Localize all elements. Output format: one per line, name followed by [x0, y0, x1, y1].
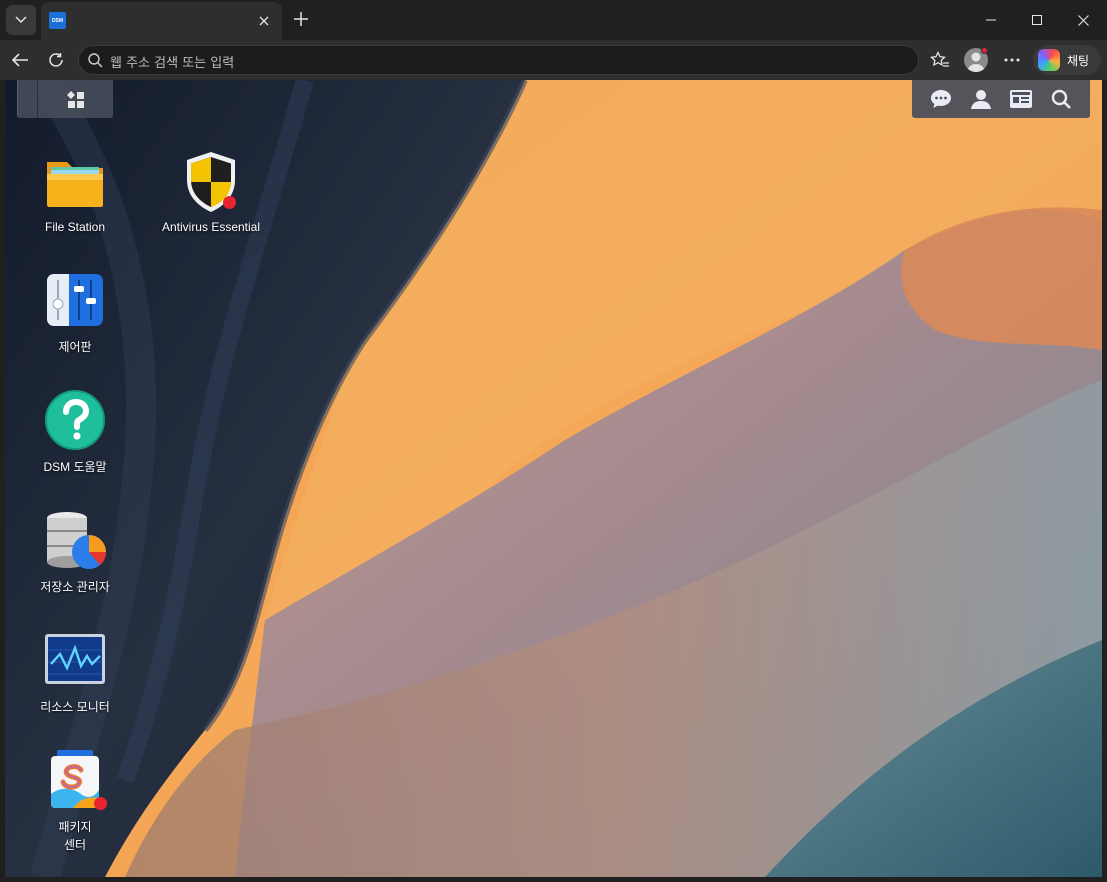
folder-icon [43, 150, 107, 214]
database-pie-icon [43, 510, 107, 574]
chat-button-label: 채팅 [1067, 54, 1090, 68]
close-icon [259, 16, 269, 26]
search-icon [87, 52, 103, 72]
plus-icon [294, 12, 308, 26]
dsm-main-menu-button[interactable] [17, 80, 113, 118]
app-label: DSM 도움말 [43, 460, 107, 474]
shopping-bag-icon [43, 750, 107, 814]
desktop-icon-control-panel[interactable]: 제어판 [10, 270, 140, 356]
address-placeholder: 웹 주소 검색 또는 입력 [110, 56, 235, 71]
app-label: 패키지 [58, 820, 92, 834]
minimize-icon [986, 19, 996, 21]
window-border-left [0, 80, 5, 877]
chat-bubble-icon [931, 90, 951, 108]
dsm-favicon-icon: DSM [49, 12, 66, 29]
widget-card-icon [1010, 90, 1032, 108]
notifications-button[interactable] [929, 87, 953, 111]
desktop-icon-storage-manager[interactable]: 저장소 관리자 [10, 510, 140, 596]
refresh-button[interactable] [41, 45, 71, 75]
chevron-down-icon [15, 16, 27, 24]
notification-badge [94, 797, 107, 810]
maximize-button[interactable] [1014, 0, 1060, 40]
desktop-icon-package-center[interactable]: 패키지 센터 [10, 750, 140, 854]
profile-notification-dot [981, 47, 988, 54]
tab-actions-menu-button[interactable] [6, 5, 36, 35]
window-border-right [1102, 80, 1107, 877]
dsm-desktop: File Station Antivirus Essential 제어판 DSM… [5, 80, 1102, 877]
desktop-icon-resource-monitor[interactable]: 리소스 모니터 [10, 630, 140, 716]
new-tab-button[interactable] [287, 5, 315, 33]
app-label: 리소스 모니터 [40, 700, 110, 714]
window-border-bottom [0, 877, 1107, 882]
browser-tab-dsm[interactable]: DSM [41, 2, 282, 40]
browser-titlebar: DSM [0, 0, 1107, 40]
browser-toolbar: 웹 주소 검색 또는 입력 채팅 [0, 40, 1107, 80]
close-icon [1077, 14, 1089, 26]
app-label: Antivirus Essential [161, 220, 261, 234]
help-question-icon [43, 390, 107, 454]
address-bar[interactable]: 웹 주소 검색 또는 입력 [78, 45, 919, 75]
app-grid-icon [67, 91, 84, 108]
user-icon [971, 90, 991, 109]
maximize-icon [1032, 15, 1042, 25]
favorites-button[interactable] [925, 45, 955, 75]
desktop-icon-dsm-help[interactable]: DSM 도움말 [10, 390, 140, 476]
more-menu-button[interactable] [997, 45, 1027, 75]
more-horizontal-icon [1004, 58, 1020, 62]
app-label-line2: 센터 [63, 838, 87, 852]
search-icon [1051, 89, 1071, 109]
copilot-chat-button[interactable]: 채팅 [1033, 45, 1101, 75]
desktop-icon-file-station[interactable]: File Station [10, 150, 140, 236]
star-list-icon [930, 51, 949, 67]
sliders-icon [43, 270, 107, 334]
dsm-tray [912, 80, 1090, 118]
desktop-icon-antivirus[interactable]: Antivirus Essential [146, 150, 276, 236]
close-window-button[interactable] [1060, 0, 1106, 40]
refresh-icon [49, 53, 63, 67]
app-label: 제어판 [58, 340, 92, 354]
copilot-logo-icon [1038, 49, 1060, 71]
tab-close-button[interactable] [254, 11, 274, 31]
shield-icon [179, 150, 243, 214]
minimize-button[interactable] [968, 0, 1014, 40]
widgets-button[interactable] [1009, 87, 1033, 111]
monitor-graph-icon [43, 630, 107, 694]
app-label: File Station [44, 220, 106, 234]
app-label: 저장소 관리자 [40, 580, 110, 594]
taskbar-separator [37, 80, 38, 118]
search-button[interactable] [1049, 87, 1073, 111]
back-button[interactable] [5, 45, 35, 75]
arrow-left-icon [11, 53, 28, 67]
notification-badge [223, 196, 236, 209]
user-menu-button[interactable] [969, 87, 993, 111]
